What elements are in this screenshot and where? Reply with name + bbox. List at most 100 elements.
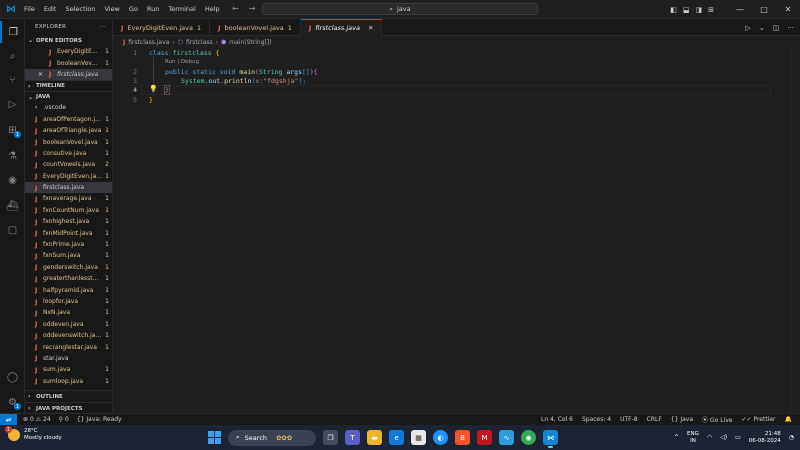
- chat-icon[interactable]: ▢: [0, 219, 25, 241]
- file-item[interactable]: JbooleanVovel.java 1: [25, 136, 112, 147]
- timeline-section[interactable]: › TIMELINE: [25, 80, 112, 91]
- open-editors-section[interactable]: ⌄ OPEN EDITORS: [25, 35, 112, 46]
- file-explorer-icon[interactable]: ▬: [367, 430, 382, 445]
- lightbulb-icon[interactable]: 💡: [149, 85, 158, 93]
- java-folder-section[interactable]: ⌄ JAVA: [25, 91, 112, 102]
- toggle-secondary-sidebar-icon[interactable]: ◨: [696, 6, 703, 14]
- wifi-icon[interactable]: ◠: [707, 434, 712, 441]
- indentation[interactable]: Spaces: 4: [582, 416, 611, 423]
- language-mode[interactable]: {} Java: [671, 416, 693, 423]
- file-item[interactable]: Jgenderswitch.java 1: [25, 262, 112, 273]
- vscode-taskbar-icon[interactable]: ⋈: [543, 430, 558, 448]
- explorer-icon[interactable]: ❐: [0, 21, 25, 43]
- docker-icon[interactable]: ⛴: [0, 195, 25, 217]
- extensions-icon[interactable]: ⊞ 1: [0, 119, 25, 141]
- file-item[interactable]: Jstar.java: [25, 353, 112, 364]
- menu-run[interactable]: Run: [147, 5, 159, 13]
- encoding[interactable]: UTF-8: [620, 416, 638, 423]
- menu-go[interactable]: Go: [129, 5, 138, 13]
- run-java-icon[interactable]: ▷: [745, 24, 750, 32]
- file-item[interactable]: Joddeven.java 1: [25, 319, 112, 330]
- code-editor[interactable]: 1 2 3 4 5 class firstclass { Run | Debug…: [113, 48, 800, 413]
- file-item[interactable]: Jfxnhighest.java 1: [25, 216, 112, 227]
- folder-item-vscode[interactable]: › .vscode: [25, 102, 112, 113]
- go-live-button[interactable]: ⦿ Go Live: [702, 415, 732, 424]
- file-item[interactable]: JareaOfTriangle.java 1: [25, 125, 112, 136]
- file-item[interactable]: Jgreaterthanlesst... 1: [25, 273, 112, 284]
- teams-icon[interactable]: T: [345, 430, 360, 445]
- file-item[interactable]: J NxN.java 1: [25, 307, 112, 318]
- cursor-position[interactable]: Ln 4, Col 6: [541, 416, 573, 423]
- file-item[interactable]: JfxnSum.java 1: [25, 250, 112, 261]
- clock[interactable]: 21:48 06-08-2024: [749, 431, 781, 445]
- menu-selection[interactable]: Selection: [65, 5, 95, 13]
- file-item[interactable]: JareaOfPentagon.j... 1: [25, 114, 112, 125]
- settings-gear-icon[interactable]: ⚙ 1: [0, 391, 25, 413]
- monitor-app-icon[interactable]: ∿: [499, 430, 514, 445]
- close-editor-icon[interactable]: ✕: [38, 71, 49, 78]
- notification-center-icon[interactable]: ◔: [789, 434, 794, 441]
- source-control-icon[interactable]: ⑂: [0, 69, 25, 91]
- remote-indicator-icon[interactable]: ⇌: [0, 413, 17, 426]
- file-item[interactable]: JfxnCountNum.java 1: [25, 205, 112, 216]
- customize-layout-icon[interactable]: ⊞: [708, 6, 714, 14]
- open-editor-item[interactable]: J booleanVov... 1: [25, 57, 112, 68]
- prettier-button[interactable]: ✓✓ Prettier: [741, 416, 775, 423]
- file-item[interactable]: Jsum.java 1: [25, 364, 112, 375]
- tab-booleanvovel[interactable]: J booleanVovel.java 1: [210, 19, 301, 36]
- task-view-icon[interactable]: ❐: [323, 430, 338, 445]
- file-item[interactable]: Joddevenswitch.ja... 1: [25, 330, 112, 341]
- notifications-bell-icon[interactable]: 🔔: [785, 416, 792, 423]
- battery-icon[interactable]: ▭: [735, 434, 741, 441]
- more-actions-icon[interactable]: ···: [100, 24, 106, 30]
- run-debug-icon[interactable]: ▷: [0, 93, 25, 115]
- maximize-icon[interactable]: □: [752, 5, 776, 14]
- brave-icon[interactable]: B: [455, 430, 470, 445]
- minimize-icon[interactable]: —: [728, 5, 752, 14]
- file-item[interactable]: Jfxnaverage.java 1: [25, 193, 112, 204]
- taskbar-search[interactable]: ⌕ Search ✿✿✿: [228, 429, 316, 446]
- edge-icon[interactable]: e: [389, 430, 404, 445]
- remote-explorer-icon[interactable]: ◉: [0, 169, 25, 191]
- accounts-icon[interactable]: ◯: [0, 366, 25, 388]
- chrome-like-icon[interactable]: ◐: [433, 430, 448, 445]
- file-item[interactable]: Jfirstclass.java: [25, 181, 112, 194]
- toggle-sidebar-icon[interactable]: ◧: [670, 6, 677, 14]
- file-item[interactable]: Jhalfpyramid.java 1: [25, 284, 112, 295]
- breadcrumb-method[interactable]: main(String[]): [229, 39, 271, 46]
- java-status[interactable]: {} Java: Ready: [77, 416, 122, 423]
- file-item[interactable]: JcountVowels.java 2: [25, 159, 112, 170]
- testing-icon[interactable]: ⚗: [0, 145, 25, 167]
- breadcrumb-class[interactable]: firstclass: [186, 39, 213, 46]
- file-item[interactable]: Jsumloop.java 1: [25, 376, 112, 387]
- menu-edit[interactable]: Edit: [44, 5, 57, 13]
- windows-start-icon[interactable]: [208, 431, 221, 444]
- file-item[interactable]: JfxnPrime.java 1: [25, 239, 112, 250]
- language-indicator[interactable]: ENG IN: [687, 431, 699, 445]
- toggle-panel-icon[interactable]: ⬓: [683, 6, 690, 14]
- file-item[interactable]: Jrecranglestar.java 1: [25, 341, 112, 352]
- problems-indicator[interactable]: ⊗ 0 ⚠ 24: [23, 416, 51, 423]
- weather-widget[interactable]: 1 28°C Mostly cloudy: [5, 426, 62, 442]
- chrome-icon[interactable]: ◉: [521, 430, 536, 445]
- menu-file[interactable]: File: [24, 5, 35, 13]
- forward-arrow-icon[interactable]: →: [249, 4, 256, 13]
- open-editor-item-active[interactable]: ✕ J firstclass.java: [25, 68, 112, 81]
- mcafee-icon[interactable]: M: [477, 430, 492, 445]
- close-window-icon[interactable]: ✕: [776, 5, 800, 14]
- run-dropdown-icon[interactable]: ⌄: [759, 24, 765, 32]
- java-projects-section[interactable]: › JAVA PROJECTS: [25, 402, 112, 413]
- ports-indicator[interactable]: ⚲ 0: [59, 416, 69, 423]
- tab-everydigiteven[interactable]: J EveryDigitEven.java 1: [113, 19, 211, 36]
- line-ending[interactable]: CRLF: [647, 416, 662, 423]
- file-item[interactable]: JfxnMidPoint.java 1: [25, 227, 112, 238]
- command-center-search[interactable]: ⌕ java: [262, 3, 538, 15]
- file-item[interactable]: J EveryDigitEven.ja... 1: [25, 171, 112, 182]
- file-item[interactable]: Jloopfor.java 1: [25, 296, 112, 307]
- back-arrow-icon[interactable]: ←: [232, 4, 239, 13]
- file-item[interactable]: Jconsutive.java 1: [25, 148, 112, 159]
- open-editor-item[interactable]: J EveryDigitE... 1: [25, 46, 112, 57]
- run-debug-codelens[interactable]: Run | Debug: [165, 59, 199, 65]
- close-tab-icon[interactable]: ✕: [368, 24, 373, 32]
- more-editor-actions-icon[interactable]: ···: [787, 24, 794, 32]
